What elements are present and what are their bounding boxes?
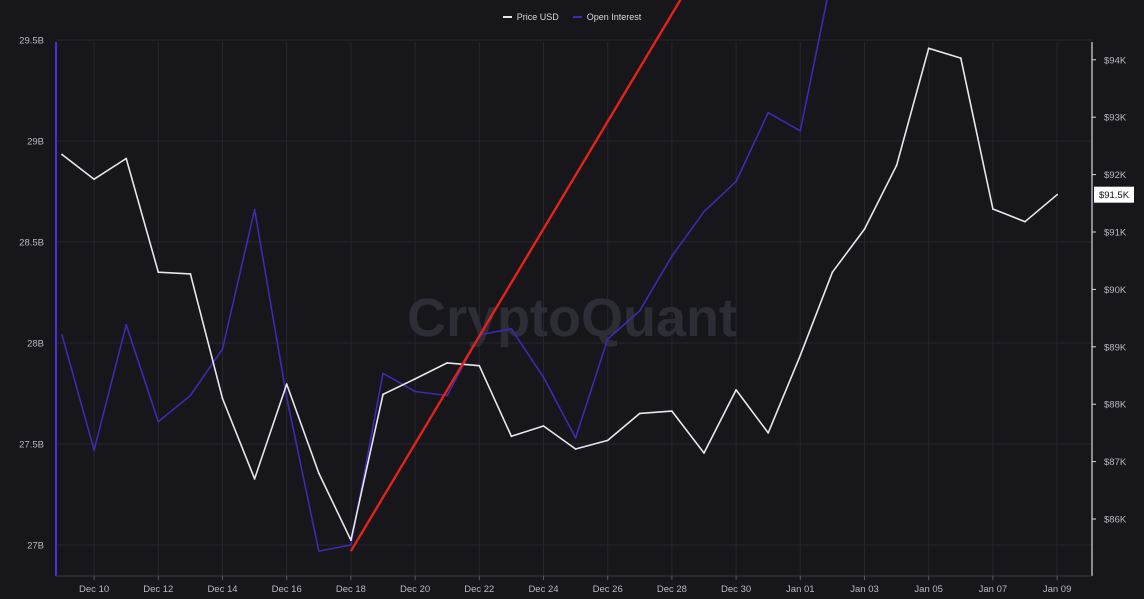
price-point xyxy=(927,47,930,50)
right-axis-tick-label: $94K xyxy=(1104,55,1127,66)
left-axis-tick-label: 27B xyxy=(27,541,44,552)
price-point xyxy=(221,397,224,400)
x-axis-tick-label: Dec 30 xyxy=(721,584,751,594)
x-axis-tick-label: Dec 12 xyxy=(143,584,173,594)
open-interest-point xyxy=(542,376,545,379)
chart-svg: CryptoQuant27B27.5B28B28.5B29B29.5B30B30… xyxy=(0,0,1144,595)
open-interest-point xyxy=(735,180,737,183)
price-point xyxy=(446,361,449,364)
price-point xyxy=(638,412,641,415)
open-interest-point xyxy=(317,550,320,552)
x-axis-tick-label: Dec 20 xyxy=(400,584,430,594)
price-point xyxy=(671,410,673,412)
price-point xyxy=(992,208,994,210)
x-axis-tick-label: Dec 16 xyxy=(272,584,302,594)
price-point xyxy=(253,477,256,480)
price-point xyxy=(510,435,513,438)
price-point xyxy=(125,157,128,160)
price-point xyxy=(93,178,95,181)
legend: Price USD Open Interest xyxy=(0,12,1144,22)
open-interest-point xyxy=(382,372,384,375)
open-interest-point xyxy=(157,420,160,423)
left-axis-tick-label: 28.5B xyxy=(19,238,44,249)
open-interest-point xyxy=(703,210,705,213)
right-axis-tick-label: $92K xyxy=(1104,170,1127,181)
open-interest-point xyxy=(414,390,416,393)
price-point xyxy=(1024,220,1026,223)
price-point xyxy=(157,271,160,274)
open-interest-point xyxy=(285,396,288,399)
open-interest-point xyxy=(61,334,63,336)
price-point xyxy=(317,472,320,474)
price-point xyxy=(895,164,898,167)
price-legend-swatch xyxy=(502,16,512,18)
right-axis-tick-label: $91K xyxy=(1104,228,1127,239)
open-interest-legend-swatch xyxy=(572,16,582,18)
open-interest-point xyxy=(253,208,256,211)
price-point xyxy=(478,364,481,367)
x-axis-tick-label: Jan 03 xyxy=(850,584,879,594)
left-axis-tick-label: 29.5B xyxy=(19,36,44,47)
right-axis-tick-label: $90K xyxy=(1104,285,1127,296)
open-interest-point xyxy=(350,544,352,546)
x-axis-tick-label: Dec 22 xyxy=(464,584,494,594)
price-point xyxy=(863,228,866,231)
price-point xyxy=(382,393,384,396)
legend-item-price[interactable]: Price USD xyxy=(502,12,559,22)
price-point xyxy=(959,57,962,59)
price-point xyxy=(831,271,834,274)
price-point xyxy=(606,439,609,442)
open-interest-point xyxy=(125,323,128,326)
right-axis-tick-label: $87K xyxy=(1104,457,1127,468)
left-axis-tick-label: 29B xyxy=(27,137,44,148)
price-point xyxy=(767,432,770,434)
right-axis-tick-label: $89K xyxy=(1104,342,1127,353)
price-point xyxy=(414,378,416,380)
open-interest-point xyxy=(574,437,577,439)
right-axis-tick-label: $93K xyxy=(1104,113,1127,124)
x-axis-tick-label: Dec 28 xyxy=(657,584,687,594)
x-axis-tick-label: Jan 07 xyxy=(979,584,1008,594)
open-interest-point xyxy=(189,394,192,397)
watermark: CryptoQuant xyxy=(407,288,737,348)
open-interest-point xyxy=(510,327,513,330)
price-point xyxy=(703,452,705,454)
price-point xyxy=(799,354,802,357)
price-point xyxy=(1056,193,1058,196)
left-axis-tick-label: 28B xyxy=(27,339,44,350)
price-point xyxy=(285,383,288,386)
price-point xyxy=(574,448,577,450)
price-point xyxy=(61,153,63,156)
price-point xyxy=(735,388,737,391)
x-axis-tick-label: Jan 09 xyxy=(1043,584,1072,594)
x-axis-tick-label: Dec 26 xyxy=(593,584,623,594)
open-interest-point xyxy=(93,449,95,451)
open-interest-point xyxy=(767,111,770,114)
x-axis-tick-label: Jan 01 xyxy=(786,584,815,594)
open-interest-point xyxy=(446,394,449,397)
x-axis-tick-label: Dec 24 xyxy=(528,584,558,594)
open-interest-point xyxy=(606,338,609,340)
right-axis-tick-label: $88K xyxy=(1104,400,1127,411)
right-axis-tick-label: $86K xyxy=(1104,515,1127,526)
price-legend-label: Price USD xyxy=(516,12,559,22)
price-point xyxy=(189,273,192,275)
left-axis-tick-label: 27.5B xyxy=(19,440,44,451)
open-interest-point xyxy=(638,309,641,312)
open-interest-point xyxy=(221,348,224,350)
x-axis-tick-label: Jan 05 xyxy=(914,584,943,594)
open-interest-point xyxy=(671,255,673,258)
price-point xyxy=(542,425,545,427)
x-axis-tick-label: Dec 18 xyxy=(336,584,366,594)
x-axis-tick-label: Dec 10 xyxy=(79,584,109,594)
chart-root: Price USD Open Interest CryptoQuant 27B 27… xyxy=(0,0,1144,595)
legend-item-open-interest[interactable]: Open Interest xyxy=(572,12,642,22)
price-point xyxy=(350,539,352,542)
open-interest-legend-label: Open Interest xyxy=(586,12,642,22)
x-axis-tick-label: Dec 14 xyxy=(207,584,237,594)
open-interest-point xyxy=(799,130,802,132)
price-current-label: $91.5K xyxy=(1099,190,1130,201)
